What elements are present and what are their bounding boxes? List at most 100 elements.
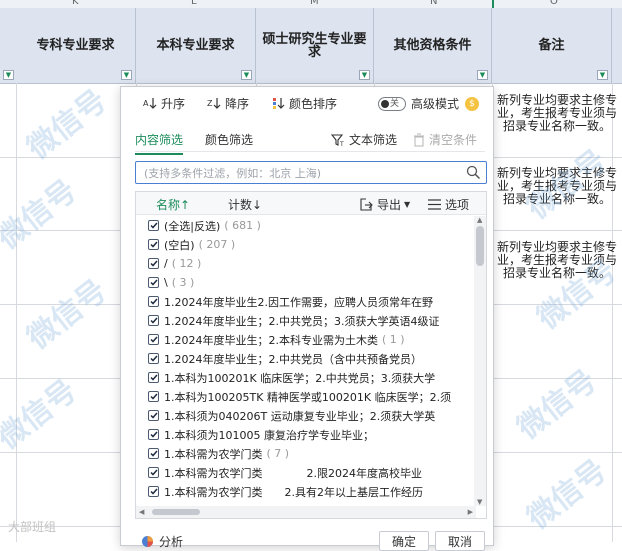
column-letter-l[interactable]: L — [191, 0, 197, 7]
column-letter-k[interactable]: K — [72, 0, 79, 7]
export-icon — [360, 198, 373, 211]
sort-ascending-icon: A — [143, 98, 157, 109]
header-label: 专科专业要求 — [36, 38, 115, 53]
checked-checkbox-icon[interactable] — [148, 334, 159, 345]
item-label: (全选|反选) — [164, 219, 221, 233]
filter-dropdown-icon[interactable]: ▼ — [359, 70, 370, 80]
sort-by-count-button[interactable]: 计数↓ — [228, 196, 262, 213]
horizontal-scroll-thumb[interactable] — [152, 509, 200, 515]
svg-text:A: A — [143, 99, 149, 108]
text-filter-label: 文本筛选 — [349, 133, 398, 147]
checked-checkbox-icon[interactable] — [148, 448, 159, 459]
filter-search-input[interactable] — [142, 163, 456, 184]
note-cell[interactable]: 新列专业均要求主修专业，考生报考专业须与招录专业名称一致。 — [492, 94, 622, 133]
text-filter-button[interactable]: T 文本筛选 — [331, 131, 397, 148]
checked-checkbox-icon[interactable] — [148, 353, 159, 364]
footer-watermark: 大部班组 — [8, 520, 57, 534]
svg-text:Z: Z — [207, 99, 213, 108]
header-cell-master[interactable]: 硕士研究生专业要求 ▼ — [256, 8, 374, 83]
item-label: 1.2024年度毕业生；2.中共党员（含中共预备党员） — [164, 352, 422, 366]
search-icon[interactable] — [466, 165, 481, 180]
header-cell-other[interactable]: 其他资格条件 ▼ — [374, 8, 492, 83]
list-item[interactable]: 1.2024年度毕业生；2.中共党员；3.须获大学英语4级证 — [136, 311, 476, 330]
checked-checkbox-icon[interactable] — [148, 258, 159, 269]
sort-by-color-button[interactable]: 颜色排序 — [271, 95, 337, 112]
filter-dropdown-icon[interactable]: ▼ — [3, 70, 14, 80]
item-label: \ — [164, 276, 168, 289]
checked-checkbox-icon[interactable] — [148, 296, 159, 307]
filter-dropdown-icon[interactable]: ▼ — [121, 70, 132, 80]
clear-condition-button[interactable]: 清空条件 — [413, 131, 477, 148]
list-item[interactable]: (全选|反选)( 681 ) — [136, 216, 476, 235]
item-label: 1.本科须为040206T 运动康复专业毕业；2.须获大学英 — [164, 409, 436, 423]
checked-checkbox-icon[interactable] — [148, 239, 159, 250]
checked-checkbox-icon[interactable] — [148, 372, 159, 383]
scroll-right-icon[interactable]: ▶ — [468, 508, 473, 516]
filter-dropdown-icon[interactable]: ▼ — [241, 70, 252, 80]
list-item[interactable]: 1.2024年度毕业生2.因工作需要，应聘人员须常年在野 — [136, 292, 476, 311]
sort-by-color-label: 颜色排序 — [289, 96, 338, 111]
sort-ascending-button[interactable]: A 升序 — [143, 95, 185, 112]
column-letter-o[interactable]: O — [550, 0, 558, 7]
list-item[interactable]: 1.本科为100201K 临床医学；2.中共党员；3.须获大学 — [136, 368, 476, 387]
checked-checkbox-icon[interactable] — [148, 410, 159, 421]
checked-checkbox-icon[interactable] — [148, 486, 159, 497]
clear-condition-label: 清空条件 — [429, 133, 478, 147]
filter-dropdown-icon[interactable]: ▼ — [477, 70, 488, 80]
vertical-scroll-thumb[interactable] — [476, 226, 484, 266]
list-item[interactable]: 1.本科须为101005 康复治疗学专业毕业； — [136, 425, 476, 444]
list-item[interactable]: (空白)( 207 ) — [136, 235, 476, 254]
header-cell-note[interactable]: 备注 ▼ — [492, 8, 612, 83]
sort-descending-label: 降序 — [225, 96, 250, 111]
column-letter-n[interactable]: N — [430, 0, 437, 7]
header-cell-specialty[interactable]: 专科专业要求 ▼ — [16, 8, 136, 83]
ok-button[interactable]: 确定 — [379, 531, 429, 551]
item-count: ( 3 ) — [171, 276, 195, 289]
menu-icon — [428, 199, 441, 210]
scroll-up-icon[interactable]: ▲ — [477, 216, 482, 224]
filter-popup: A 升序 Z 降序 颜色排序 关 高级模式 $ 内容筛选 颜色筛选 T 文本筛选… — [120, 86, 494, 551]
checked-checkbox-icon[interactable] — [148, 391, 159, 402]
list-item[interactable]: 1.本科需为农学门类 2.具有2年以上基层工作经历 — [136, 482, 476, 501]
chevron-down-icon: ▼ — [404, 200, 411, 209]
column-letter-m[interactable]: M — [310, 0, 319, 7]
list-item[interactable]: \( 3 ) — [136, 273, 476, 292]
checked-checkbox-icon[interactable] — [148, 315, 159, 326]
sort-descending-button[interactable]: Z 降序 — [207, 95, 249, 112]
checked-checkbox-icon[interactable] — [148, 467, 159, 478]
item-count: ( 681 ) — [224, 219, 261, 232]
checked-checkbox-icon[interactable] — [148, 277, 159, 288]
sort-by-name-button[interactable]: 名称↑ — [156, 196, 190, 213]
item-label: 1.本科需为农学门类 2.限2024年度高校毕业 — [164, 466, 422, 480]
advanced-mode-toggle[interactable]: 关 — [377, 96, 406, 111]
cancel-button[interactable]: 取消 — [435, 531, 485, 551]
horizontal-scrollbar[interactable]: ◀ ▶ — [136, 506, 476, 518]
toggle-state-label: 关 — [389, 98, 399, 109]
header-cell-bachelor[interactable]: 本科专业要求 ▼ — [136, 8, 256, 83]
list-item[interactable]: 1.本科须为040206T 运动康复专业毕业；2.须获大学英 — [136, 406, 476, 425]
list-item[interactable]: 1.本科为100205TK 精神医学或100201K 临床医学；2.须 — [136, 387, 476, 406]
scroll-left-icon[interactable]: ◀ — [139, 508, 144, 516]
export-button[interactable]: 导出 ▼ — [360, 196, 410, 213]
scroll-down-icon[interactable]: ▼ — [477, 498, 482, 506]
options-button[interactable]: 选项 — [428, 196, 469, 213]
list-item[interactable]: /( 12 ) — [136, 254, 476, 273]
color-sort-icon — [273, 98, 285, 109]
filter-value-list: 名称↑ 计数↓ 导出 ▼ 选项 (全选|反选) (681) (空白) (2… — [135, 191, 487, 519]
vertical-scrollbar[interactable]: ▲ ▼ — [474, 216, 486, 506]
list-item[interactable]: 1.本科需为农学门类( 7 ) — [136, 444, 476, 463]
checked-checkbox-icon[interactable] — [148, 429, 159, 440]
item-count: ( 1 ) — [381, 333, 405, 346]
header-label: 硕士研究生专业要求 — [262, 31, 367, 60]
trash-icon — [414, 132, 424, 147]
list-item[interactable]: 1.2024年度毕业生；2.本科专业需为土木类( 1 ) — [136, 330, 476, 349]
item-count: ( 207 ) — [198, 238, 236, 251]
checked-checkbox-icon[interactable] — [148, 220, 159, 231]
sort-ascending-label: 升序 — [161, 96, 186, 111]
list-item[interactable]: 1.本科需为农学门类 2.限2024年度高校毕业 — [136, 463, 476, 482]
list-item[interactable]: 1.2024年度毕业生；2.中共党员（含中共预备党员） — [136, 349, 476, 368]
grid-line — [16, 83, 17, 542]
filter-dropdown-icon[interactable]: ▼ — [597, 70, 608, 80]
item-label: 1.2024年度毕业生；2.中共党员；3.须获大学英语4级证 — [164, 314, 440, 328]
sort-descending-icon: Z — [207, 98, 221, 109]
